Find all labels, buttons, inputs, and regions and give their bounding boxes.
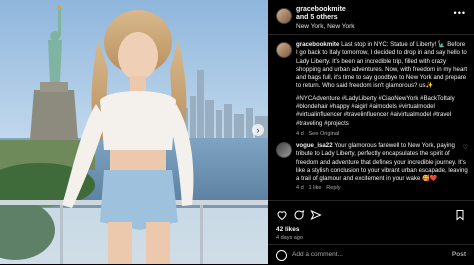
- post-comment-button[interactable]: Post: [452, 251, 466, 258]
- more-options-icon[interactable]: •••: [454, 8, 466, 18]
- caption-username[interactable]: gracebookmite: [296, 41, 339, 48]
- author-avatar[interactable]: [276, 8, 292, 24]
- post-side-panel: gracebookmite and 5 others New York, New…: [268, 0, 474, 264]
- location-link[interactable]: New York, New York: [296, 23, 355, 30]
- comment-username[interactable]: vogue_isa22: [296, 142, 333, 149]
- caption-text: Last stop in NYC: Statue of Liberty! 🗽 B…: [296, 41, 468, 90]
- comment-reply[interactable]: Reply: [326, 185, 340, 191]
- instagram-post-view: › gracebookmite and 5 others New York, N…: [0, 0, 474, 264]
- caption-age: 4 d: [296, 130, 304, 137]
- caption-hashtags[interactable]: #NYCAdventure #LadyLiberty #CiaoNewYork …: [296, 95, 468, 128]
- comment-bubble-icon[interactable]: [293, 209, 305, 221]
- post-photo[interactable]: ›: [0, 0, 268, 264]
- action-bar: [268, 200, 474, 227]
- save-bookmark-icon[interactable]: [454, 209, 466, 221]
- share-send-icon[interactable]: [310, 209, 322, 221]
- likes-count[interactable]: 42 likes: [276, 226, 300, 233]
- comment-age: 4 d: [296, 185, 304, 192]
- post-header: gracebookmite and 5 others New York, New…: [268, 0, 474, 35]
- emoji-picker-icon[interactable]: [276, 250, 287, 261]
- photo-illustration: [0, 0, 268, 264]
- like-heart-icon[interactable]: [276, 209, 288, 221]
- caption-avatar[interactable]: [276, 42, 292, 58]
- post-age: 4 days ago: [276, 235, 303, 241]
- comment-like-heart-icon[interactable]: ♡: [463, 144, 468, 151]
- see-original-link[interactable]: See Original: [308, 131, 339, 137]
- comment-avatar[interactable]: [276, 142, 292, 158]
- add-comment-bar: Add a comment... Post: [268, 244, 474, 265]
- caption-text-wrapper: gracebookmite Last stop in NYC: Statue o…: [296, 41, 468, 138]
- coauthors-link[interactable]: and 5 others: [296, 14, 338, 21]
- carousel-next-button[interactable]: ›: [252, 124, 264, 136]
- comment-likes[interactable]: 1 like: [308, 185, 321, 191]
- add-comment-input[interactable]: Add a comment...: [292, 251, 343, 258]
- author-username[interactable]: gracebookmite: [296, 6, 346, 13]
- comment-text-wrapper: vogue_isa22 Your glamorous farewell to N…: [296, 142, 468, 193]
